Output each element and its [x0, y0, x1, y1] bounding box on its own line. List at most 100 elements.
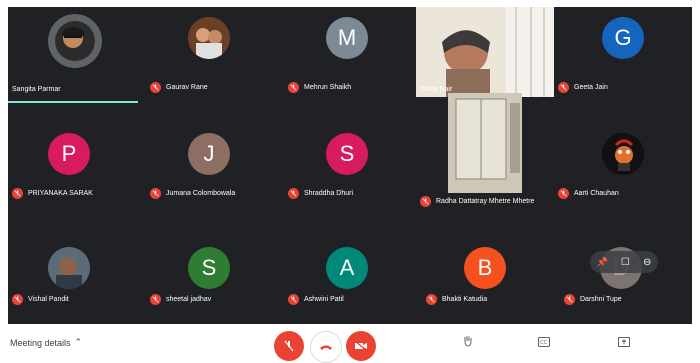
participant-name-row: Geeta Jain: [558, 82, 608, 93]
avatar: G: [602, 17, 644, 59]
avatar-initial: J: [203, 141, 215, 166]
video-feed: [416, 7, 554, 97]
avatar-initial: A: [339, 255, 355, 280]
participant-name: Bhakti Katudia: [442, 296, 488, 303]
avatar: P: [48, 133, 90, 175]
mic-off-icon: [12, 188, 23, 199]
participant-name: Gaurav Rane: [166, 84, 208, 91]
remove-icon[interactable]: ⊖: [643, 257, 651, 268]
meeting-window: Sangita Parmar Gaurav Rane M Mehrun Shai…: [0, 0, 700, 363]
participant-name: Indira Nair: [420, 86, 453, 93]
avatar-initial: P: [61, 141, 77, 166]
mic-off-icon: [288, 294, 299, 305]
speaking-indicator: [8, 101, 138, 103]
video-feed: [448, 93, 522, 193]
participant-tile[interactable]: M Mehrun Shaikh: [284, 7, 422, 113]
raise-hand-button[interactable]: [462, 334, 476, 347]
participant-name: Aarti Chauhan: [574, 190, 619, 197]
mic-toggle-button[interactable]: [274, 331, 304, 361]
participant-name-row: Shraddha Dhuri: [288, 188, 353, 199]
mic-off-icon: [558, 188, 569, 199]
participant-tile[interactable]: J Jumana Colombowala: [146, 113, 284, 219]
avatar: [188, 17, 230, 59]
participant-name: Jumana Colombowala: [166, 190, 236, 197]
participant-name-row: Aarti Chauhan: [558, 188, 619, 199]
participant-name-row: Indira Nair: [420, 86, 452, 93]
camera-off-icon: [354, 341, 368, 351]
mic-off-icon: [288, 82, 299, 93]
call-end-icon: [320, 345, 332, 350]
participant-name-row: Vishal Pandit: [12, 294, 69, 305]
participant-tile[interactable]: G Geeta Jain: [554, 7, 692, 113]
participant-tile[interactable]: Sangita Parmar: [8, 7, 146, 113]
avatar: S: [188, 247, 230, 289]
chevron-up-icon: ⌃: [74, 337, 83, 347]
participant-name-row: Bhakti Katudia: [426, 294, 487, 305]
avatar-initial: S: [339, 141, 355, 166]
mic-off-icon: [12, 294, 23, 305]
participant-name-row: Gaurav Rane: [150, 82, 208, 93]
avatar-initial: M: [337, 25, 357, 50]
mic-off-icon: [558, 82, 569, 93]
participant-name-row: Radha Dattatray Mhetre Mhetre: [420, 196, 534, 207]
present-icon: [618, 337, 630, 347]
svg-text:CC: CC: [540, 340, 548, 346]
participant-grid: Sangita Parmar Gaurav Rane M Mehrun Shai…: [8, 7, 692, 324]
participant-name: Ashwini Patil: [304, 296, 344, 303]
mic-off-icon: [150, 294, 161, 305]
participant-tile[interactable]: Radha Dattatray Mhetre Mhetre: [416, 93, 554, 211]
participant-name-row: PRIYANAKA SARAK: [12, 188, 93, 199]
mic-off-icon: [150, 188, 161, 199]
participant-tile[interactable]: A Ashwini Patil: [284, 219, 422, 325]
avatar: B: [464, 247, 506, 289]
participant-tile[interactable]: Indira Nair: [416, 7, 554, 97]
meeting-details-toggle[interactable]: Meeting details ⌃: [10, 337, 82, 348]
captions-icon: CC: [538, 337, 550, 347]
mute-participant-icon[interactable]: ☐: [621, 257, 630, 268]
participant-name-row: Darshni Tupe: [564, 294, 622, 305]
participant-name: Radha Dattatray Mhetre Mhetre: [436, 198, 535, 205]
participant-name: PRIYANAKA SARAK: [28, 190, 93, 197]
avatar-initial: B: [477, 255, 493, 280]
participant-tile[interactable]: B Bhakti Katudia: [422, 219, 560, 325]
present-button[interactable]: [618, 334, 632, 347]
participant-tile[interactable]: Vishal Pandit: [8, 219, 146, 325]
hand-icon: [464, 336, 472, 347]
participant-name: Shraddha Dhuri: [304, 190, 354, 197]
mic-off-icon: [150, 82, 161, 93]
avatar-initial: G: [614, 25, 632, 50]
mic-off-icon: [420, 196, 431, 207]
participant-tile[interactable]: Aarti Chauhan: [554, 113, 692, 219]
meeting-details-label: Meeting details: [10, 337, 71, 348]
mic-off-icon: [426, 294, 437, 305]
avatar: S: [326, 133, 368, 175]
captions-button[interactable]: CC: [538, 334, 552, 347]
bottom-control-bar: Meeting details ⌃ CC: [8, 324, 692, 363]
participant-name: Geeta Jain: [574, 84, 608, 91]
participant-name: Vishal Pandit: [28, 296, 69, 303]
participant-tile[interactable]: Gaurav Rane: [146, 7, 284, 113]
mic-off-icon: [284, 340, 294, 352]
camera-toggle-button[interactable]: [346, 331, 376, 361]
participant-name: Sangita Parmar: [12, 86, 61, 93]
tile-hover-controls: 📌 ☐ ⊖: [590, 251, 658, 273]
participant-name-row: Sangita Parmar: [12, 86, 61, 93]
leave-call-button[interactable]: [310, 331, 342, 363]
pin-icon[interactable]: 📌: [597, 257, 608, 268]
mic-off-icon: [288, 188, 299, 199]
avatar-initial: S: [201, 255, 217, 280]
avatar: M: [326, 17, 368, 59]
participant-tile[interactable]: P PRIYANAKA SARAK: [8, 113, 146, 219]
avatar: A: [326, 247, 368, 289]
participant-name: Mehrun Shaikh: [304, 84, 352, 91]
mic-off-icon: [564, 294, 575, 305]
participant-tile[interactable]: S sheetal jadhav: [146, 219, 284, 325]
avatar: [602, 133, 644, 175]
avatar: [48, 14, 102, 68]
participant-name-row: Mehrun Shaikh: [288, 82, 351, 93]
participant-name-row: Jumana Colombowala: [150, 188, 235, 199]
participant-name: sheetal jadhav: [166, 296, 212, 303]
participant-name: Darshni Tupe: [580, 296, 622, 303]
participant-tile[interactable]: S Shraddha Dhuri: [284, 113, 422, 219]
avatar: J: [188, 133, 230, 175]
